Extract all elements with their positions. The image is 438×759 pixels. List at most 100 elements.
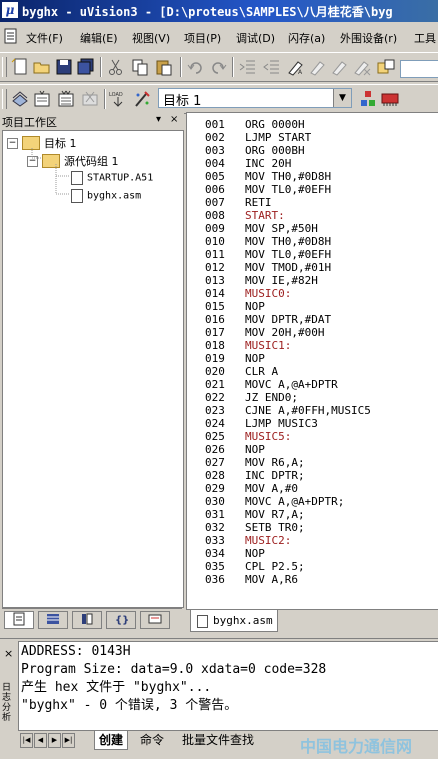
line-number: 024: [205, 417, 225, 430]
open-folder-icon[interactable]: [32, 57, 52, 77]
close-icon[interactable]: ×: [170, 114, 178, 125]
code-line[interactable]: 002 LJMP START: [187, 131, 438, 144]
code-line[interactable]: 014 MUSIC0:: [187, 287, 438, 300]
code-line[interactable]: 001 ORG 0000H: [187, 118, 438, 131]
first-tab-icon[interactable]: |◀: [20, 733, 33, 748]
tab-books[interactable]: [72, 611, 102, 629]
menu-peripherals[interactable]: 外围设备(r): [340, 30, 397, 46]
tab-byghx-asm[interactable]: byghx.asm: [190, 610, 278, 632]
bookmark-clear-icon[interactable]: [352, 57, 372, 77]
code-line[interactable]: 023 CJNE A,#0FFH,MUSIC5: [187, 404, 438, 417]
output-text[interactable]: ADDRESS: 0143H Program Size: data=9.0 xd…: [18, 641, 438, 731]
redo-icon[interactable]: [208, 57, 228, 77]
menu-project[interactable]: 项目(P): [184, 30, 221, 46]
functions-icon: {}: [115, 615, 129, 626]
stop-build-icon[interactable]: [80, 89, 100, 109]
code-line[interactable]: 013 MOV IE,#82H: [187, 274, 438, 287]
code-line[interactable]: 009 MOV SP,#50H: [187, 222, 438, 235]
code-line[interactable]: 008 START:: [187, 209, 438, 222]
menu-flash[interactable]: 闪存(a): [288, 30, 325, 46]
code-line[interactable]: 004 INC 20H: [187, 157, 438, 170]
build-target-icon[interactable]: [32, 89, 52, 109]
download-icon[interactable]: LOAD: [108, 89, 128, 109]
tab-files[interactable]: [4, 611, 34, 629]
tab-functions[interactable]: {}: [106, 611, 136, 629]
copy-icon[interactable]: [130, 57, 150, 77]
code-line[interactable]: 029 MOV A,#0: [187, 482, 438, 495]
code-line[interactable]: 016 MOV DPTR,#DAT: [187, 313, 438, 326]
multi-project-icon[interactable]: [380, 89, 400, 109]
code-line[interactable]: 032 SETB TR0;: [187, 521, 438, 534]
cut-icon[interactable]: [106, 57, 126, 77]
unindent-icon[interactable]: [262, 57, 282, 77]
code-line[interactable]: 025 MUSIC5:: [187, 430, 438, 443]
code-line[interactable]: 012 MOV TMOD,#01H: [187, 261, 438, 274]
find-in-files-icon[interactable]: [376, 57, 396, 77]
tab-find-in-files[interactable]: 批量文件查找: [178, 731, 258, 749]
source-editor[interactable]: 001 ORG 0000H 002 LJMP START 003 ORG 000BH 004…: [186, 112, 438, 610]
code-line[interactable]: 027 MOV R6,A;: [187, 456, 438, 469]
code-line[interactable]: 018 MUSIC1:: [187, 339, 438, 352]
tab-command[interactable]: 命令: [136, 731, 168, 749]
next-tab-icon[interactable]: ▶: [48, 733, 61, 748]
chevron-down-icon[interactable]: ▼: [333, 89, 351, 107]
save-all-icon[interactable]: [76, 57, 96, 77]
tree-lines: [31, 148, 69, 195]
tab-registers[interactable]: [38, 611, 68, 629]
code-line[interactable]: 019 NOP: [187, 352, 438, 365]
line-number: 022: [205, 391, 225, 404]
code-line[interactable]: 033 MUSIC2:: [187, 534, 438, 547]
menu-file[interactable]: 文件(F): [26, 30, 63, 46]
bookmark-toggle-icon[interactable]: A: [286, 57, 306, 77]
code-line[interactable]: 035 CPL P2.5;: [187, 560, 438, 573]
bookmark-prev-icon[interactable]: [330, 57, 350, 77]
code-line[interactable]: 021 MOVC A,@A+DPTR: [187, 378, 438, 391]
code-line[interactable]: 011 MOV TL0,#0EFH: [187, 248, 438, 261]
document-icon[interactable]: [4, 28, 18, 44]
menu-view[interactable]: 视图(V): [132, 30, 170, 46]
target-options-icon[interactable]: [132, 89, 152, 109]
code-label: MUSIC5:: [245, 430, 292, 443]
menu-debug[interactable]: 调试(D): [236, 30, 275, 46]
line-number: 001: [205, 118, 225, 131]
tab-templates[interactable]: [140, 611, 170, 629]
toolbar-grip[interactable]: [2, 89, 7, 109]
find-combo[interactable]: [400, 60, 438, 78]
target-select[interactable]: 目标 1 ▼: [158, 88, 352, 109]
code-text: INC DPTR;: [245, 469, 305, 482]
menu-tools[interactable]: 工具: [414, 30, 436, 46]
code-line[interactable]: 034 NOP: [187, 547, 438, 560]
rebuild-all-icon[interactable]: [56, 89, 76, 109]
code-line[interactable]: 007 RETI: [187, 196, 438, 209]
toolbar-grip[interactable]: [2, 57, 7, 77]
paste-icon[interactable]: [154, 57, 174, 77]
menu-edit[interactable]: 编辑(E): [80, 30, 118, 46]
pane-menu-icon[interactable]: ▾: [156, 114, 161, 125]
code-line[interactable]: 005 MOV TH0,#0D8H: [187, 170, 438, 183]
indent-icon[interactable]: [238, 57, 258, 77]
tab-build[interactable]: 创建: [94, 731, 129, 750]
new-file-icon[interactable]: [10, 57, 30, 77]
code-line[interactable]: 020 CLR A: [187, 365, 438, 378]
save-icon[interactable]: [54, 57, 74, 77]
code-line[interactable]: 031 MOV R7,A;: [187, 508, 438, 521]
code-line[interactable]: 026 NOP: [187, 443, 438, 456]
prev-tab-icon[interactable]: ◀: [34, 733, 47, 748]
close-icon[interactable]: ×: [4, 647, 13, 660]
undo-icon[interactable]: [186, 57, 206, 77]
code-line[interactable]: 028 INC DPTR;: [187, 469, 438, 482]
code-line[interactable]: 022 JZ END0;: [187, 391, 438, 404]
code-line[interactable]: 010 MOV TH0,#0D8H: [187, 235, 438, 248]
code-line[interactable]: 017 MOV 20H,#00H: [187, 326, 438, 339]
last-tab-icon[interactable]: ▶|: [62, 733, 75, 748]
translate-icon[interactable]: [10, 89, 30, 109]
uvision-app-icon[interactable]: μ: [2, 2, 18, 18]
code-line[interactable]: 024 LJMP MUSIC3: [187, 417, 438, 430]
code-line[interactable]: 006 MOV TL0,#0EFH: [187, 183, 438, 196]
components-icon[interactable]: [358, 89, 378, 109]
bookmark-next-icon[interactable]: [308, 57, 328, 77]
code-line[interactable]: 003 ORG 000BH: [187, 144, 438, 157]
code-line[interactable]: 036 MOV A,R6: [187, 573, 438, 586]
code-line[interactable]: 015 NOP: [187, 300, 438, 313]
code-line[interactable]: 030 MOVC A,@A+DPTR;: [187, 495, 438, 508]
